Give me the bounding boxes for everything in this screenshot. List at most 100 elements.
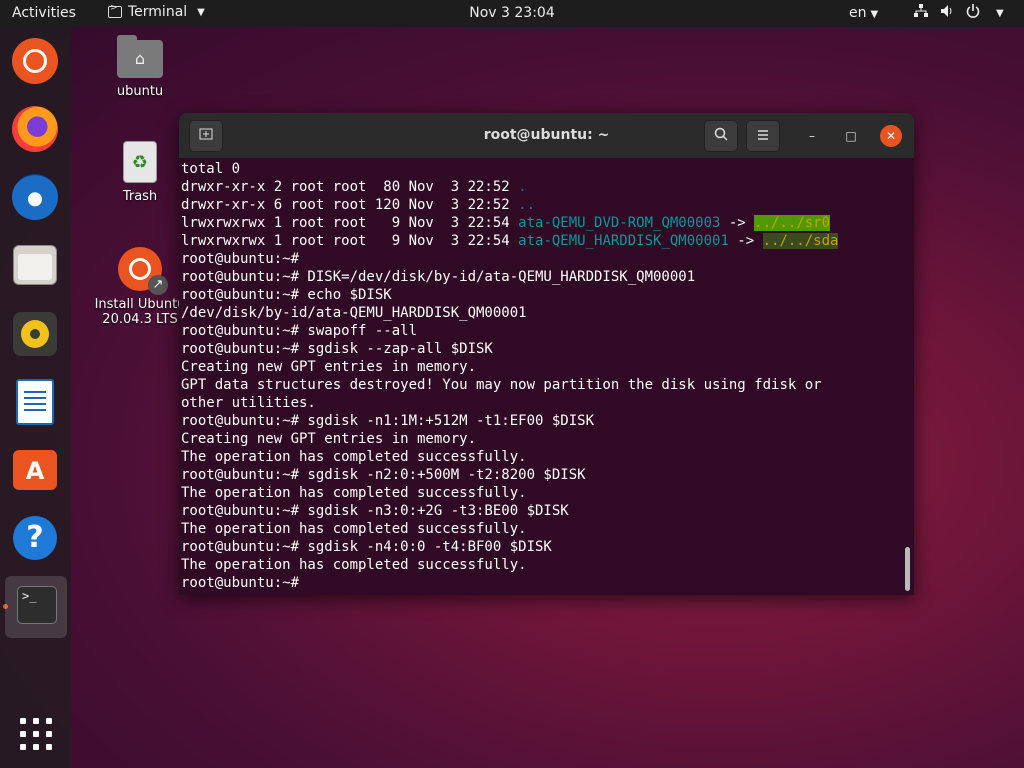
terminal-text: The operation has completed successfully… <box>181 521 527 537</box>
power-icon <box>966 4 980 22</box>
ubuntu-logo-icon <box>12 38 58 84</box>
terminal-line: lrwxrwxrwx 1 root root 9 Nov 3 22:54 ata… <box>181 232 901 250</box>
dock-item-help[interactable]: ? <box>11 514 59 562</box>
terminal-line: root@ubuntu:~# sgdisk -n1:1M:+512M -t1:E… <box>181 412 901 430</box>
dock-item-ubuntu[interactable] <box>11 37 59 85</box>
terminal-text: .. <box>518 197 536 213</box>
chevron-down-icon: ▼ <box>197 6 205 18</box>
terminal-line: GPT data structures destroyed! You may n… <box>181 376 901 394</box>
desktop-icon-label: Install Ubuntu <box>94 297 186 312</box>
terminal-line: lrwxrwxrwx 1 root root 9 Nov 3 22:54 ata… <box>181 214 901 232</box>
libreoffice-writer-icon <box>16 379 54 425</box>
terminal-line: root@ubuntu:~# echo $DISK <box>181 286 901 304</box>
terminal-text: -> <box>728 233 763 249</box>
dock-item-software[interactable]: A <box>11 446 59 494</box>
rhythmbox-icon <box>13 312 57 356</box>
home-folder-icon: ⌂ <box>117 35 163 78</box>
terminal-text: Creating new GPT entries in memory. <box>181 431 477 447</box>
terminal-line: Creating new GPT entries in memory. <box>181 358 901 376</box>
top-bar: Activities Terminal ▼ Nov 3 23:04 en▼ ▼ <box>0 0 1024 27</box>
terminal-line: root@ubuntu:~# swapoff --all <box>181 322 901 340</box>
activities-button[interactable]: Activities <box>12 5 76 21</box>
show-applications-icon[interactable] <box>20 718 52 750</box>
terminal-text: total 0 <box>181 161 241 177</box>
menu-button[interactable] <box>746 120 780 152</box>
search-icon <box>714 127 728 141</box>
terminal-icon: >_ <box>17 586 57 624</box>
dock-item-firefox[interactable] <box>11 105 59 153</box>
terminal-text: root@ubuntu:~# sgdisk -n1:1M:+512M -t1:E… <box>181 413 595 429</box>
terminal-output[interactable]: total 0 drwxr-xr-x 2 root root 80 Nov 3 2… <box>181 160 901 590</box>
volume-icon <box>940 4 954 22</box>
terminal-text: root@ubuntu:~# sgdisk --zap-all $DISK <box>181 341 493 357</box>
scrollbar[interactable] <box>905 547 910 591</box>
terminal-text: lrwxrwxrwx 1 root root 9 Nov 3 22:54 <box>181 233 519 249</box>
terminal-text: Creating new GPT entries in memory. <box>181 359 477 375</box>
app-menu-label: Terminal <box>128 4 188 20</box>
dock-item-thunderbird[interactable] <box>11 173 59 221</box>
terminal-text: -> <box>720 215 755 231</box>
terminal-line: The operation has completed successfully… <box>181 520 901 538</box>
maximize-icon: □ <box>845 129 857 143</box>
terminal-app-icon <box>108 3 122 18</box>
terminal-text: . <box>518 179 527 195</box>
new-tab-button[interactable] <box>189 120 223 152</box>
terminal-text: GPT data structures destroyed! You may n… <box>181 377 822 393</box>
desktop-icon-label: Trash <box>122 189 158 204</box>
search-button[interactable] <box>704 120 738 152</box>
terminal-line: drwxr-xr-x 2 root root 80 Nov 3 22:52 . <box>181 178 901 196</box>
terminal-text: The operation has completed successfully… <box>181 449 527 465</box>
terminal-text: root@ubuntu:~# sgdisk -n3:0:+2G -t3:BE00… <box>181 503 569 519</box>
desktop-installer[interactable]: Install Ubuntu 20.04.3 LTS <box>90 247 190 327</box>
terminal-text: drwxr-xr-x 2 root root 80 Nov 3 22:52 <box>181 179 519 195</box>
minimize-button[interactable]: – <box>801 125 823 147</box>
clock[interactable]: Nov 3 23:04 <box>469 5 554 21</box>
terminal-line: root@ubuntu:~# DISK=/dev/disk/by-id/ata-… <box>181 268 901 286</box>
terminal-text: ../../sr0 <box>754 215 831 231</box>
terminal-text: other utilities. <box>181 395 316 411</box>
close-button[interactable]: ✕ <box>880 125 902 147</box>
dock-item-files[interactable] <box>11 241 59 289</box>
app-menu[interactable]: Terminal ▼ <box>108 3 205 20</box>
terminal-text: The operation has completed successfully… <box>181 557 527 573</box>
dock-item-writer[interactable] <box>11 378 59 426</box>
network-icon <box>914 4 928 22</box>
desktop-home-folder[interactable]: ⌂ ubuntu <box>90 35 190 99</box>
terminal-line: The operation has completed successfully… <box>181 556 901 574</box>
terminal-text: root@ubuntu:~# <box>181 575 300 590</box>
close-icon: ✕ <box>885 129 897 143</box>
terminal-text: root@ubuntu:~# echo $DISK <box>181 287 392 303</box>
terminal-line: The operation has completed successfully… <box>181 484 901 502</box>
terminal-text: ../../sda <box>762 233 839 249</box>
terminal-text: root@ubuntu:~# sgdisk -n2:0:+500M -t2:82… <box>181 467 586 483</box>
maximize-button[interactable]: □ <box>840 125 862 147</box>
desktop-trash[interactable]: ♻ Trash <box>90 141 190 204</box>
terminal-text: drwxr-xr-x 6 root root 120 Nov 3 22:52 <box>181 197 519 213</box>
terminal-text: root@ubuntu:~# DISK=/dev/disk/by-id/ata-… <box>181 269 696 285</box>
terminal-titlebar[interactable]: root@ubuntu: ~ – □ ✕ <box>179 113 914 158</box>
terminal-window[interactable]: root@ubuntu: ~ – □ ✕ total 0 drwxr-xr-x 2… <box>179 113 914 595</box>
desktop-icon-label: 20.04.3 LTS <box>102 312 178 327</box>
terminal-line: root@ubuntu:~# sgdisk -n2:0:+500M -t2:82… <box>181 466 901 484</box>
terminal-line: /dev/disk/by-id/ata-QEMU_HARDDISK_QM0000… <box>181 304 901 322</box>
chevron-down-icon: ▼ <box>996 7 1004 19</box>
dock-item-rhythmbox[interactable] <box>11 310 59 358</box>
terminal-line: root@ubuntu:~# sgdisk -n4:0:0 -t4:BF00 $… <box>181 538 901 556</box>
terminal-line: other utilities. <box>181 394 901 412</box>
minimize-icon: – <box>809 129 815 143</box>
desktop-icon-label: ubuntu <box>116 84 164 99</box>
system-tray[interactable]: ▼ <box>914 4 1004 22</box>
terminal-text: lrwxrwxrwx 1 root root 9 Nov 3 22:54 <box>181 215 519 231</box>
language-label: en <box>849 5 867 21</box>
terminal-text: root@ubuntu:~# swapoff --all <box>181 323 418 339</box>
terminal-line: The operation has completed successfully… <box>181 448 901 466</box>
files-icon <box>13 245 57 285</box>
terminal-text: ata-QEMU_DVD-ROM_QM00003 <box>518 215 721 231</box>
help-icon: ? <box>13 516 57 560</box>
terminal-text: root@ubuntu:~# sgdisk -n4:0:0 -t4:BF00 $… <box>181 539 552 555</box>
terminal-line: root@ubuntu:~# sgdisk --zap-all $DISK <box>181 340 901 358</box>
dock-item-terminal[interactable]: >_ <box>5 576 67 638</box>
language-selector[interactable]: en ▼ <box>849 5 878 21</box>
hamburger-icon <box>758 130 768 140</box>
terminal-text: ata-QEMU_HARDDISK_QM00001 <box>518 233 729 249</box>
